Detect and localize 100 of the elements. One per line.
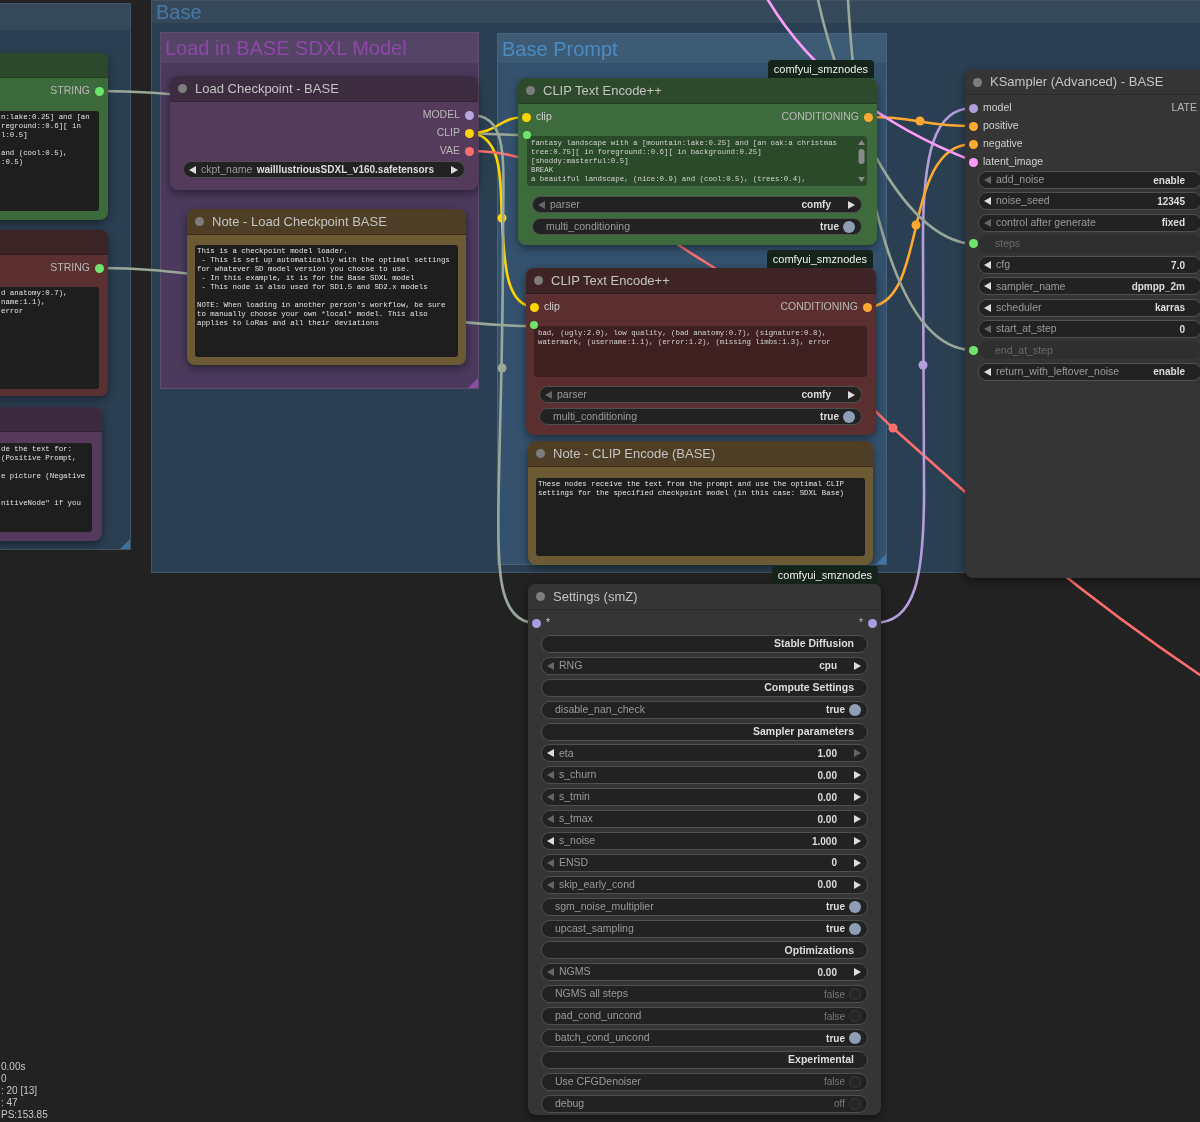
number-widget[interactable]: NGMS 0.00 [541, 963, 868, 982]
toggle-knob-icon[interactable] [843, 410, 855, 423]
caret-right-icon[interactable] [848, 390, 855, 399]
caret-right-icon[interactable] [854, 815, 861, 824]
stats-line: : 47 [1, 1097, 19, 1109]
caret-right-icon[interactable] [854, 771, 861, 780]
node-title-bar[interactable] [0, 230, 108, 255]
number-widget[interactable]: s_churn 0.00 [541, 766, 868, 785]
number-widget[interactable]: ENSD 0 [541, 853, 868, 872]
toggle-widget[interactable]: Use CFGDenoiser false [541, 1072, 868, 1091]
number-widget[interactable]: cfg 7.0 [978, 256, 1200, 275]
toggle-knob-icon[interactable] [849, 1075, 861, 1088]
toggle-widget[interactable]: multi_conditioning true [539, 408, 862, 425]
section-header: Optimizations [541, 941, 868, 960]
toggle-widget[interactable]: multi_conditioning true [532, 218, 862, 235]
number-widget[interactable]: s_tmax 0.00 [541, 810, 868, 829]
caret-left-icon[interactable] [984, 261, 991, 270]
caret-right-icon[interactable] [854, 858, 861, 867]
node-title: Settings (smZ) [553, 587, 638, 606]
number-widget[interactable]: eta 1.00 [541, 744, 868, 763]
combo-widget[interactable]: scheduler karras [978, 298, 1200, 317]
caret-left-icon[interactable] [547, 837, 554, 845]
toggle-widget[interactable]: upcast_sampling true [541, 919, 868, 938]
caret-left-icon[interactable] [189, 165, 196, 174]
caret-right-icon[interactable] [854, 880, 861, 889]
toggle-widget[interactable]: batch_cond_uncond true [541, 1029, 868, 1048]
toggle-widget[interactable]: NGMS all steps false [541, 985, 868, 1004]
slot-label: latent_image [983, 154, 1044, 170]
caret-left-icon[interactable] [984, 303, 991, 312]
toggle-widget[interactable]: pad_cond_uncond false [541, 1007, 868, 1026]
combo-widget[interactable]: return_with_leftover_noise enable [978, 362, 1200, 381]
toggle-knob-icon[interactable] [849, 1097, 861, 1110]
resize-handle-icon[interactable] [120, 539, 130, 549]
toggle-widget[interactable]: disable_nan_check true [541, 700, 868, 719]
slot-label: * [546, 615, 551, 631]
combo-widget[interactable]: parser comfy [532, 196, 862, 213]
caret-left-icon[interactable] [984, 282, 991, 291]
number-widget[interactable]: start_at_step 0 [978, 320, 1200, 339]
toggle-knob-icon[interactable] [849, 988, 861, 1001]
toggle-widget[interactable]: debug off [541, 1094, 868, 1113]
node-title: Note - Load Checkpoint BASE [212, 212, 387, 231]
node-title-bar[interactable]: Settings (smZ) [528, 584, 881, 610]
caret-right-icon[interactable] [848, 200, 855, 209]
slot-label: * [858, 615, 863, 631]
combo-widget[interactable]: parser comfy [539, 386, 862, 403]
slot-label: negative [983, 136, 1023, 152]
stats-line: PS:153.85 [1, 1109, 48, 1121]
caret-right-icon[interactable] [854, 837, 861, 845]
caret-right-icon[interactable] [854, 968, 861, 977]
node-title: CLIP Text Encode++ [551, 271, 670, 290]
node-source-badge: comfyui_smznodes [767, 60, 874, 78]
section-header: Sampler parameters [541, 722, 868, 741]
caret-right-icon[interactable] [854, 793, 861, 802]
combo-widget[interactable]: ckpt_name waiIllustriousSDXL_v160.safetensors [183, 161, 465, 178]
section-header: Experimental [541, 1050, 868, 1069]
scrollbar-icon[interactable] [857, 138, 866, 184]
slot-label: MODEL [422, 107, 460, 123]
toggle-widget[interactable]: sgm_noise_multiplier true [541, 897, 868, 916]
number-widget[interactable]: s_tmin 0.00 [541, 788, 868, 807]
number-widget[interactable]: skip_early_cond 0.00 [541, 875, 868, 894]
node-title: CLIP Text Encode++ [543, 81, 662, 100]
resize-handle-icon[interactable] [876, 554, 886, 564]
stats-line: 0 [1, 1073, 8, 1085]
node-title-bar[interactable]: Note - Load Checkpoint BASE [187, 209, 466, 235]
node-title-bar[interactable]: CLIP Text Encode++ [518, 78, 877, 104]
resize-handle-icon[interactable] [468, 378, 478, 388]
number-widget[interactable]: noise_seed 12345 [978, 192, 1200, 211]
node-title: Note - CLIP Encode (BASE) [553, 444, 716, 463]
combo-widget[interactable]: sampler_name dpmpp_2m [978, 277, 1200, 296]
node-title: KSampler (Advanced) - BASE [990, 73, 1164, 92]
toggle-knob-icon[interactable] [849, 1032, 861, 1045]
node-title-bar[interactable]: KSampler (Advanced) - BASE [965, 70, 1200, 95]
toggle-knob-icon[interactable] [843, 220, 855, 233]
combo-widget[interactable]: control after generate fixed [978, 213, 1200, 232]
toggle-knob-icon[interactable] [849, 1010, 861, 1023]
toggle-knob-icon[interactable] [849, 703, 861, 716]
stats-line: 0.00s [1, 1061, 27, 1073]
node-title-bar[interactable] [0, 407, 102, 432]
node-source-badge: comfyui_smznodes [766, 250, 873, 268]
group-title: Load in BASE SDXL Model [165, 37, 407, 59]
node-title-bar[interactable] [0, 53, 108, 78]
combo-widget[interactable]: add_noise enable [978, 171, 1200, 189]
caret-right-icon[interactable] [854, 661, 861, 670]
caret-left-icon[interactable] [984, 367, 991, 376]
caret-right-icon[interactable] [451, 165, 458, 174]
caret-left-icon[interactable] [547, 749, 554, 758]
toggle-knob-icon[interactable] [849, 922, 861, 935]
toggle-knob-icon[interactable] [849, 900, 861, 913]
section-header: Stable Diffusion [541, 635, 868, 653]
node-title-bar[interactable]: Note - CLIP Encode (BASE) [528, 441, 873, 467]
caret-left-icon[interactable] [984, 197, 991, 206]
node-title-bar[interactable]: CLIP Text Encode++ [526, 268, 876, 294]
slot-label: clip [536, 109, 552, 125]
group-title: Base Prompt [502, 37, 618, 60]
combo-widget[interactable]: RNG cpu [541, 656, 868, 675]
number-widget[interactable]: s_noise 1.000 [541, 832, 868, 850]
node-title-bar[interactable]: Load Checkpoint - BASE [170, 76, 478, 102]
slot-label: CONDITIONING [781, 109, 859, 125]
node-source-badge: comfyui_smznodes [771, 566, 878, 584]
slot-label: LATE [1171, 100, 1197, 116]
